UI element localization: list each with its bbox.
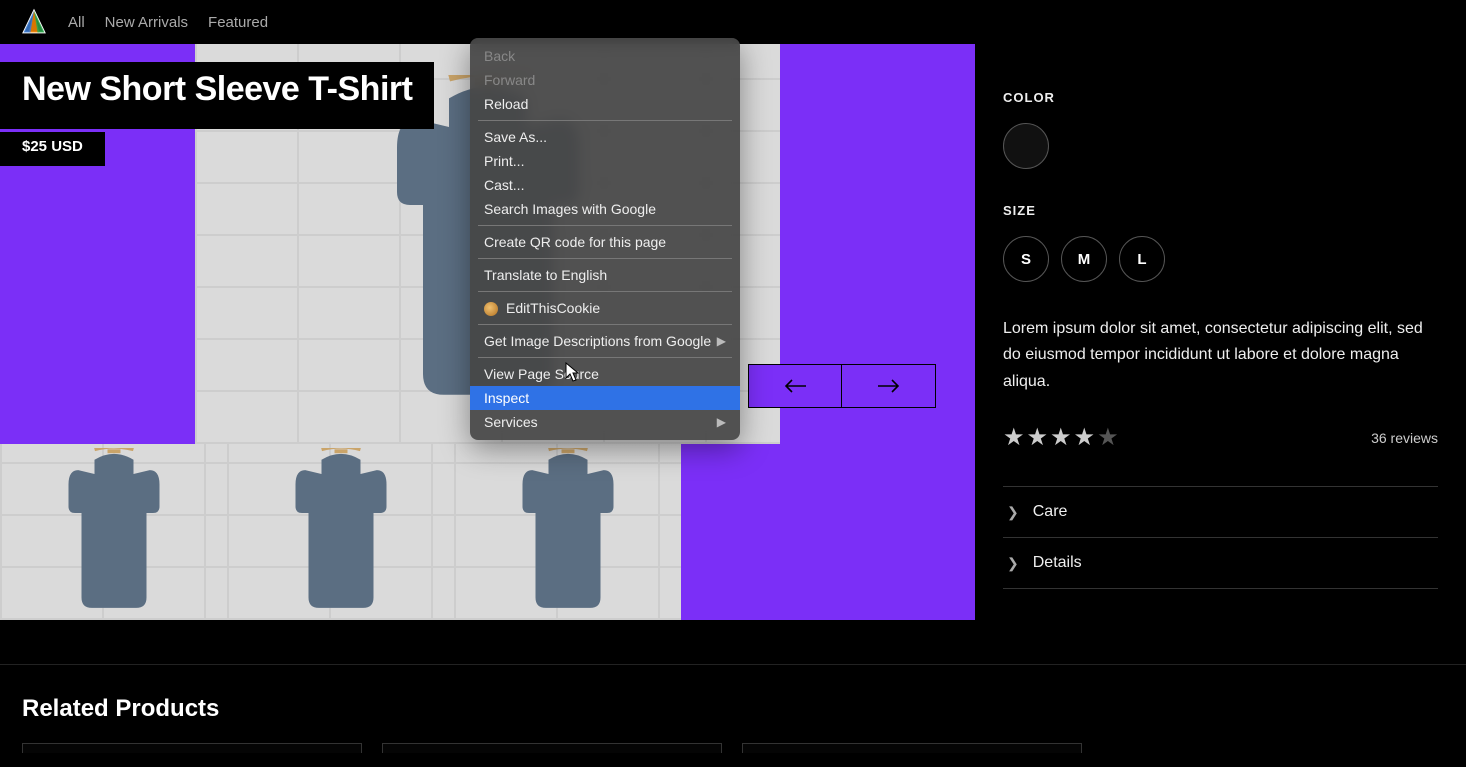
browser-context-menu: BackForwardReload Save As...Print...Cast.… (470, 38, 740, 440)
related-product-card[interactable] (22, 743, 362, 753)
context-menu-item[interactable]: EditThisCookie (470, 296, 740, 320)
context-menu-item[interactable]: Create QR code for this page (470, 230, 740, 254)
context-menu-item: Forward (470, 68, 740, 92)
rating-stars: ★ ★ ★ ★ ★ (1003, 423, 1119, 452)
accordion-care[interactable]: ❯ Care (1003, 487, 1438, 538)
star-icon: ★ (1074, 423, 1096, 452)
related-product-card[interactable] (742, 743, 1082, 753)
context-menu-item[interactable]: Translate to English (470, 263, 740, 287)
context-menu-item[interactable]: View Page Source (470, 362, 740, 386)
product-title-box: New Short Sleeve T-Shirt (0, 62, 434, 129)
gallery-next-button[interactable] (842, 364, 936, 408)
size-option-s[interactable]: S (1003, 236, 1049, 282)
arrow-left-icon (784, 378, 806, 394)
context-menu-separator (478, 291, 732, 292)
tshirt-icon (503, 448, 633, 617)
star-icon: ★ (1003, 423, 1025, 452)
context-menu-item[interactable]: Get Image Descriptions from Google▶ (470, 329, 740, 353)
context-menu-item: Back (470, 44, 740, 68)
product-thumb[interactable] (227, 444, 454, 620)
size-option-m[interactable]: M (1061, 236, 1107, 282)
color-swatch-black[interactable] (1003, 123, 1049, 169)
context-menu-separator (478, 120, 732, 121)
accordion-label: Care (1033, 503, 1068, 521)
submenu-indicator-icon: ▶ (717, 415, 726, 429)
context-menu-item[interactable]: Inspect (470, 386, 740, 410)
context-menu-separator (478, 324, 732, 325)
arrow-right-icon (878, 378, 900, 394)
product-thumb[interactable] (454, 444, 681, 620)
related-products-heading: Related Products (22, 695, 1444, 723)
product-description: Lorem ipsum dolor sit amet, consectetur … (1003, 316, 1438, 395)
tshirt-icon (276, 448, 406, 617)
tshirt-icon (49, 448, 179, 617)
nav-link-new-arrivals[interactable]: New Arrivals (105, 14, 188, 31)
star-icon: ★ (1050, 423, 1072, 452)
product-price: $25 USD (22, 138, 83, 155)
size-option-l[interactable]: L (1119, 236, 1165, 282)
product-price-box: $25 USD (0, 132, 105, 166)
context-menu-separator (478, 225, 732, 226)
product-title: New Short Sleeve T-Shirt (22, 70, 412, 109)
context-menu-separator (478, 357, 732, 358)
product-thumb[interactable] (0, 444, 227, 620)
chevron-right-icon: ❯ (1007, 504, 1019, 521)
nav-link-all[interactable]: All (68, 14, 85, 31)
accordion-details[interactable]: ❯ Details (1003, 538, 1438, 589)
product-details-panel: COLOR SIZE S M L Lorem ipsum dolor sit a… (975, 44, 1466, 620)
context-menu-item[interactable]: Save As... (470, 125, 740, 149)
context-menu-separator (478, 258, 732, 259)
star-icon: ★ (1027, 423, 1049, 452)
related-products-section: Related Products (0, 664, 1466, 753)
context-menu-item[interactable]: Services▶ (470, 410, 740, 434)
color-label: COLOR (1003, 90, 1438, 105)
size-label: SIZE (1003, 203, 1438, 218)
accordion-label: Details (1033, 554, 1082, 572)
context-menu-item[interactable]: Print... (470, 149, 740, 173)
context-menu-item[interactable]: Cast... (470, 173, 740, 197)
star-icon: ★ (1097, 423, 1119, 452)
site-logo-icon (20, 8, 48, 36)
context-menu-item[interactable]: Reload (470, 92, 740, 116)
cookie-icon (484, 302, 498, 316)
review-count[interactable]: 36 reviews (1371, 430, 1438, 446)
nav-link-featured[interactable]: Featured (208, 14, 268, 31)
gallery-prev-button[interactable] (748, 364, 842, 408)
chevron-right-icon: ❯ (1007, 555, 1019, 572)
submenu-indicator-icon: ▶ (717, 334, 726, 348)
context-menu-item[interactable]: Search Images with Google (470, 197, 740, 221)
related-product-card[interactable] (382, 743, 722, 753)
product-thumbnails (0, 444, 681, 620)
